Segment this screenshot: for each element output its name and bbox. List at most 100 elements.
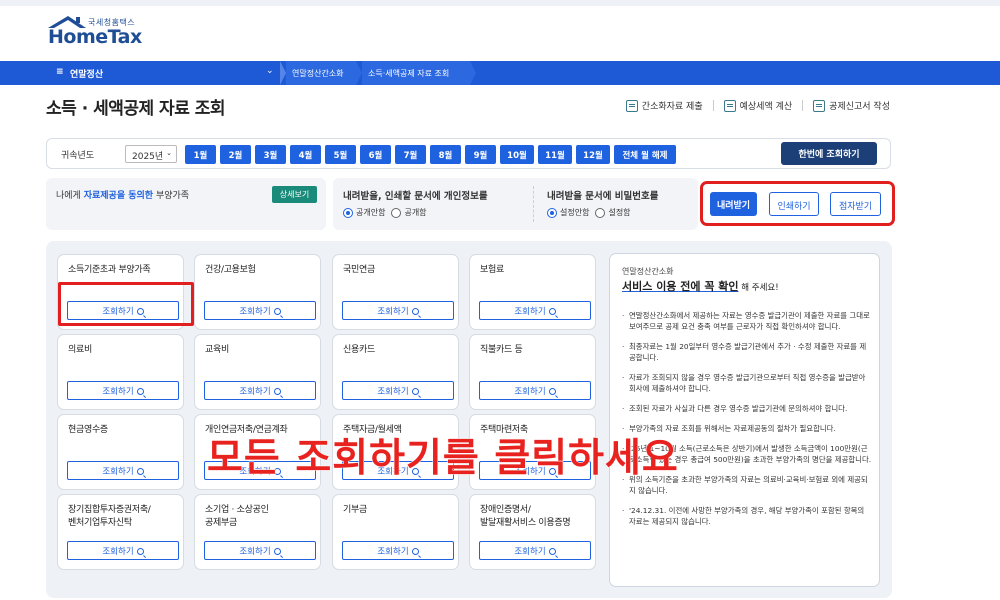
- category-title: 교육비: [205, 344, 229, 357]
- category-title-line: 현금영수증: [68, 425, 108, 435]
- hometax-logo[interactable]: 국세청홈택스 HomeTax: [46, 14, 156, 48]
- document-options-panel: 내려받을, 인쇄할 문서에 개인정보를 공개안함 공개함 내려받을 문서에 비밀…: [333, 178, 698, 230]
- year-select[interactable]: 2025년 ⌄: [125, 145, 177, 163]
- category-card: 교육비조회하기: [194, 334, 321, 410]
- category-title: 직불카드 등: [480, 344, 523, 357]
- query-button[interactable]: 조회하기: [67, 381, 179, 400]
- notice-heading-tail: 해 주세요!: [738, 283, 779, 293]
- category-title-line: 신용카드: [343, 345, 375, 355]
- month-button-2[interactable]: 2월: [220, 145, 251, 164]
- month-button-8[interactable]: 8월: [430, 145, 461, 164]
- month-button-10[interactable]: 10월: [500, 145, 534, 164]
- query-button-label: 조회하기: [377, 387, 409, 397]
- top-strip: [0, 0, 1000, 6]
- query-button[interactable]: 조회하기: [342, 301, 454, 320]
- search-icon: [273, 308, 281, 315]
- nav-menu-label[interactable]: 연말정산: [70, 67, 103, 80]
- search-icon: [136, 548, 144, 555]
- consent-prefix: 나에게: [56, 191, 84, 201]
- category-title: 신용카드: [343, 344, 375, 357]
- radio-label: 공개안함: [356, 208, 386, 217]
- search-icon: [548, 388, 556, 395]
- category-card: 보험료 조회하기: [469, 254, 596, 330]
- category-card: 국민연금조회하기: [332, 254, 459, 330]
- search-icon: [136, 388, 144, 395]
- month-button-12[interactable]: 12월: [576, 145, 610, 164]
- query-button[interactable]: 조회하기: [204, 381, 316, 400]
- radio-label: 공개함: [404, 208, 427, 217]
- query-button[interactable]: 조회하기: [204, 301, 316, 320]
- month-button-1[interactable]: 1월: [185, 145, 216, 164]
- month-button-3[interactable]: 3월: [255, 145, 286, 164]
- link-label: 예상세액 계산: [739, 102, 793, 112]
- link-deduction-form[interactable]: 공제신고서 작성: [813, 99, 890, 112]
- breadcrumb-item-2[interactable]: 소득·세액공제 자료 조회: [362, 61, 470, 85]
- password-option-none[interactable]: 설정안함: [547, 207, 589, 218]
- month-button-9[interactable]: 9월: [465, 145, 496, 164]
- query-button-label: 조회하기: [239, 387, 271, 397]
- category-title: 소득기준초과 부양가족: [68, 264, 151, 277]
- divider: [712, 100, 714, 111]
- notice-list: 연말정산간소화에서 제공하는 자료는 영수증 발급기관이 제출한 자료를 그대로…: [622, 310, 872, 536]
- hamburger-icon[interactable]: ≡: [56, 67, 64, 77]
- password-option-set[interactable]: 설정함: [595, 207, 631, 218]
- search-icon: [411, 548, 419, 555]
- category-title: 기부금: [343, 504, 367, 517]
- link-estimate-tax[interactable]: 예상세액 계산: [723, 99, 793, 112]
- year-value: 2025년: [132, 152, 164, 162]
- category-card: 건강/고용보험조회하기: [194, 254, 321, 330]
- calculator-icon: [723, 99, 736, 112]
- query-button[interactable]: 조회하기: [342, 381, 454, 400]
- query-button-label: 조회하기: [239, 547, 271, 557]
- document-icon: [625, 99, 638, 112]
- query-button[interactable]: 조회하기: [204, 541, 316, 560]
- download-button[interactable]: 내려받기: [710, 192, 757, 216]
- privacy-option-hide[interactable]: 공개안함: [343, 207, 385, 218]
- query-button-label: 조회하기: [377, 547, 409, 557]
- month-button-7[interactable]: 7월: [395, 145, 426, 164]
- category-title-line: 의료비: [68, 345, 92, 355]
- notice-item: 조회된 자료가 사실과 다른 경우 영수증 발급기관에 문의하셔야 합니다.: [622, 403, 872, 414]
- print-button[interactable]: 인쇄하기: [769, 192, 819, 216]
- month-button-5[interactable]: 5월: [325, 145, 356, 164]
- query-button[interactable]: 조회하기: [479, 301, 591, 320]
- actions-highlight-box: 내려받기 인쇄하기 점자받기: [700, 181, 895, 226]
- braille-button[interactable]: 점자받기: [830, 192, 881, 216]
- year-label: 귀속년도: [61, 151, 95, 161]
- category-title: 장기집합투자증권저축/벤처기업투자신탁: [68, 504, 151, 530]
- category-card: 장기집합투자증권저축/벤처기업투자신탁조회하기: [57, 494, 184, 570]
- top-links: 간소화자료 제출 예상세액 계산 공제신고서 작성: [625, 99, 890, 112]
- category-title-line: 국민연금: [343, 265, 375, 275]
- category-title-line: 장애인증명서/: [480, 505, 531, 515]
- query-button[interactable]: 조회하기: [67, 541, 179, 560]
- link-simplified-submit[interactable]: 간소화자료 제출: [625, 99, 703, 112]
- category-title-line: 교육비: [205, 345, 229, 355]
- privacy-radio-group: 공개안함 공개함: [343, 207, 427, 218]
- category-title-line: 건강/고용보험: [205, 265, 256, 275]
- clear-all-months-button[interactable]: 전체 월 해제: [614, 145, 676, 164]
- query-highlight-box: [58, 282, 194, 326]
- month-buttons: 1월 2월 3월 4월 5월 6월 7월 8월 9월 10월 11월 12월 전…: [185, 145, 676, 164]
- month-button-11[interactable]: 11월: [538, 145, 572, 164]
- category-card: 현금영수증조회하기: [57, 414, 184, 490]
- radio-selected-icon: [343, 207, 353, 218]
- privacy-option-show[interactable]: 공개함: [391, 207, 427, 218]
- search-icon: [548, 308, 556, 315]
- category-title-line: 벤처기업투자신탁: [68, 518, 132, 528]
- category-title: 현금영수증: [68, 424, 108, 437]
- month-button-6[interactable]: 6월: [360, 145, 391, 164]
- divider: [802, 100, 804, 111]
- query-button[interactable]: 조회하기: [342, 541, 454, 560]
- category-card: 기부금조회하기: [332, 494, 459, 570]
- month-button-4[interactable]: 4월: [290, 145, 321, 164]
- notice-panel: 연말정산간소화 서비스 이용 전에 꼭 확인 해 주세요! 연말정산간소화에서 …: [609, 253, 880, 587]
- query-button[interactable]: 조회하기: [479, 541, 591, 560]
- detail-button[interactable]: 상세보기: [272, 186, 317, 203]
- breadcrumb-item-1[interactable]: 연말정산간소화: [286, 61, 356, 85]
- query-button-label: 조회하기: [102, 387, 134, 397]
- query-all-button[interactable]: 한번에 조회하기: [781, 142, 877, 165]
- chevron-down-icon[interactable]: ⌄: [266, 66, 274, 76]
- category-title: 의료비: [68, 344, 92, 357]
- query-button[interactable]: 조회하기: [479, 381, 591, 400]
- query-button[interactable]: 조회하기: [67, 461, 179, 480]
